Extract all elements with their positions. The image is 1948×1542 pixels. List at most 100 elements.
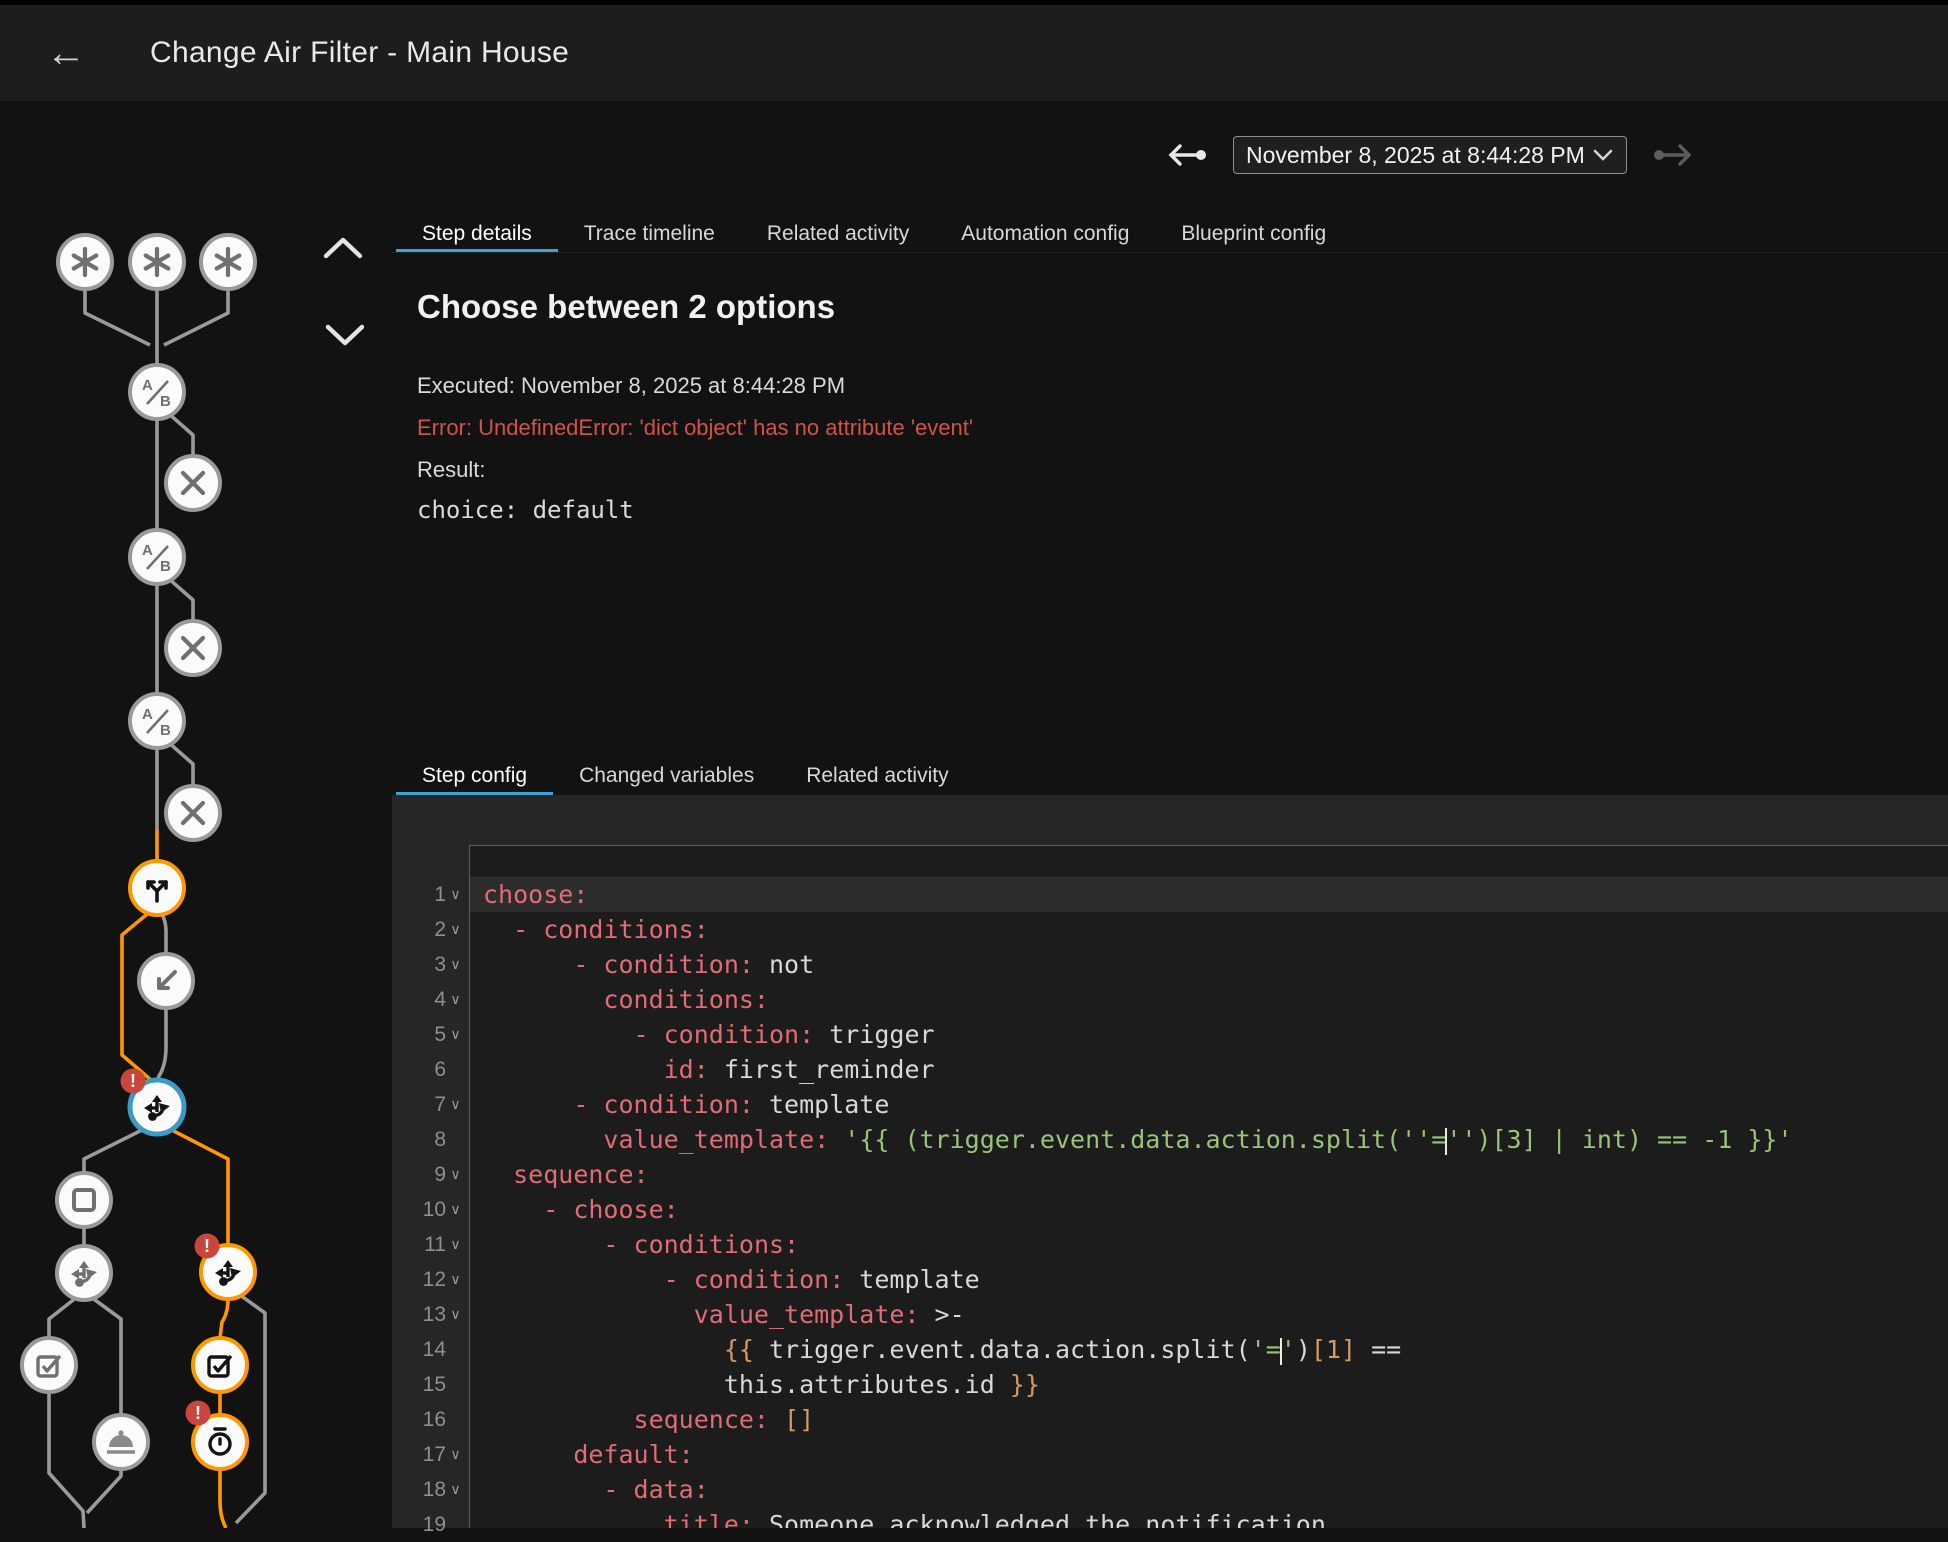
run-picker-select[interactable]: November 8, 2025 at 8:44:28 PM bbox=[1233, 136, 1627, 174]
code-token bbox=[483, 1265, 664, 1294]
result-value: choice: default bbox=[417, 496, 634, 524]
move-down-button[interactable] bbox=[328, 327, 362, 343]
tab-changed-variables[interactable]: Changed variables bbox=[553, 756, 780, 795]
fold-chevron-icon[interactable]: ∨ bbox=[447, 1271, 464, 1288]
code-token bbox=[483, 1195, 543, 1224]
line-number-row: 13∨ bbox=[392, 1297, 469, 1332]
fold-chevron-icon[interactable]: ∨ bbox=[447, 1236, 464, 1253]
line-number: 5 bbox=[434, 1023, 446, 1047]
stop-node[interactable] bbox=[57, 1173, 111, 1227]
code-token bbox=[483, 1405, 634, 1434]
code-token: '= bbox=[1251, 1335, 1281, 1364]
tab-blueprint-config[interactable]: Blueprint config bbox=[1155, 215, 1352, 252]
tab-related-activity[interactable]: Related activity bbox=[741, 215, 935, 252]
tab-step-config[interactable]: Step config bbox=[396, 756, 553, 795]
choose-node-left[interactable] bbox=[57, 1246, 111, 1300]
code-line[interactable]: {{ trigger.event.data.action.split('=')[… bbox=[470, 1332, 1948, 1367]
config-tab-bar: Step config Changed variables Related ac… bbox=[392, 756, 1948, 795]
code-line[interactable]: this.attributes.id }} bbox=[470, 1367, 1948, 1402]
trace-graph-sidebar: A B bbox=[0, 215, 392, 1528]
line-number: 16 bbox=[423, 1408, 446, 1432]
code-line[interactable]: default: bbox=[470, 1437, 1948, 1472]
fold-chevron-icon[interactable]: ∨ bbox=[447, 921, 464, 938]
option-node-arrow[interactable] bbox=[139, 954, 193, 1008]
fold-chevron-icon[interactable]: ∨ bbox=[447, 1166, 464, 1183]
code-line[interactable]: choose: bbox=[470, 877, 1948, 912]
condition-node-2[interactable] bbox=[130, 530, 184, 584]
fold-chevron-icon[interactable]: ∨ bbox=[447, 886, 464, 903]
code-line[interactable]: - conditions: bbox=[470, 1227, 1948, 1262]
back-button[interactable]: ← bbox=[46, 33, 90, 73]
code-token: == bbox=[1356, 1335, 1401, 1364]
code-line[interactable]: - condition: template bbox=[470, 1262, 1948, 1297]
code-token bbox=[483, 1230, 603, 1259]
fold-chevron-icon[interactable]: ∨ bbox=[447, 1026, 464, 1043]
condition-node-1[interactable] bbox=[130, 365, 184, 419]
condition-node-3[interactable] bbox=[130, 694, 184, 748]
fold-chevron-icon[interactable]: ∨ bbox=[447, 956, 464, 973]
code-token bbox=[829, 1125, 844, 1154]
fold-chevron-icon[interactable]: ∨ bbox=[447, 1446, 464, 1463]
code-line[interactable]: id: first_reminder bbox=[470, 1052, 1948, 1087]
code-token bbox=[483, 1020, 634, 1049]
tab-step-details[interactable]: Step details bbox=[396, 215, 558, 252]
tab-config-related-activity[interactable]: Related activity bbox=[780, 756, 974, 795]
tab-automation-config[interactable]: Automation config bbox=[935, 215, 1155, 252]
code-token: condition: bbox=[603, 1090, 754, 1119]
code-token bbox=[483, 915, 513, 944]
code-line[interactable]: - conditions: bbox=[470, 912, 1948, 947]
yaml-editor-lines[interactable]: choose: - conditions: - condition: not c… bbox=[469, 845, 1948, 1528]
condition-action-node-right[interactable] bbox=[193, 1338, 247, 1392]
code-token: template bbox=[754, 1090, 889, 1119]
code-line[interactable]: sequence: bbox=[470, 1157, 1948, 1192]
line-number-row: 10∨ bbox=[392, 1192, 469, 1227]
code-line[interactable]: - condition: trigger bbox=[470, 1017, 1948, 1052]
code-token: first_reminder bbox=[709, 1055, 935, 1084]
code-token: conditions: bbox=[634, 1230, 800, 1259]
code-line[interactable]: - condition: not bbox=[470, 947, 1948, 982]
service-call-node[interactable] bbox=[94, 1415, 148, 1469]
ray-end-arrow-icon bbox=[1171, 146, 1206, 164]
stopped-node-1[interactable] bbox=[166, 456, 220, 510]
code-line[interactable]: - data: bbox=[470, 1472, 1948, 1507]
code-line[interactable]: sequence: [] bbox=[470, 1402, 1948, 1437]
error-message: Error: UndefinedError: 'dict object' has… bbox=[417, 415, 973, 441]
code-token: >- bbox=[920, 1300, 965, 1329]
fold-chevron-icon[interactable]: ∨ bbox=[447, 1481, 464, 1498]
code-token bbox=[483, 1300, 694, 1329]
stopped-node-2[interactable] bbox=[166, 621, 220, 675]
yaml-editor-gutter: 1∨2∨3∨4∨5∨67∨89∨10∨11∨12∨13∨14151617∨18∨… bbox=[392, 877, 469, 1542]
trigger-node-3[interactable] bbox=[201, 235, 255, 289]
yaml-editor[interactable]: 1∨2∨3∨4∨5∨67∨89∨10∨11∨12∨13∨14151617∨18∨… bbox=[392, 845, 1948, 1528]
code-token: choose: bbox=[483, 880, 588, 909]
page-title: Change Air Filter - Main House bbox=[150, 36, 569, 70]
code-line[interactable]: - condition: template bbox=[470, 1087, 1948, 1122]
code-line[interactable]: conditions: bbox=[470, 982, 1948, 1017]
code-token: title: bbox=[664, 1510, 754, 1528]
stopped-node-3[interactable] bbox=[166, 786, 220, 840]
move-up-button[interactable] bbox=[326, 240, 360, 256]
next-run-button[interactable] bbox=[1650, 140, 1696, 175]
line-number-row: 9∨ bbox=[392, 1157, 469, 1192]
fold-chevron-icon[interactable]: ∨ bbox=[447, 1201, 464, 1218]
choose-node-executed[interactable] bbox=[130, 861, 184, 915]
code-line[interactable]: value_template: '{{ (trigger.event.data.… bbox=[470, 1122, 1948, 1157]
code-token: - bbox=[513, 915, 543, 944]
fold-chevron-icon[interactable]: ∨ bbox=[447, 991, 464, 1008]
line-number: 2 bbox=[434, 918, 446, 942]
code-token: condition: bbox=[603, 950, 754, 979]
code-line[interactable]: value_template: >- bbox=[470, 1297, 1948, 1332]
code-line[interactable]: title: Someone acknowledged the notifica… bbox=[470, 1507, 1948, 1528]
trigger-node-1[interactable] bbox=[58, 235, 112, 289]
code-token: [] bbox=[784, 1405, 814, 1434]
condition-action-node-left[interactable] bbox=[22, 1338, 76, 1392]
trigger-node-2[interactable] bbox=[130, 235, 184, 289]
chevron-down-icon bbox=[328, 327, 362, 343]
fold-chevron-icon[interactable]: ∨ bbox=[447, 1096, 464, 1113]
fold-chevron-icon[interactable]: ∨ bbox=[447, 1306, 464, 1323]
line-number: 17 bbox=[423, 1443, 446, 1467]
code-line[interactable]: - choose: bbox=[470, 1192, 1948, 1227]
previous-run-button[interactable] bbox=[1164, 140, 1210, 175]
tab-trace-timeline[interactable]: Trace timeline bbox=[558, 215, 741, 252]
code-token bbox=[483, 1335, 724, 1364]
